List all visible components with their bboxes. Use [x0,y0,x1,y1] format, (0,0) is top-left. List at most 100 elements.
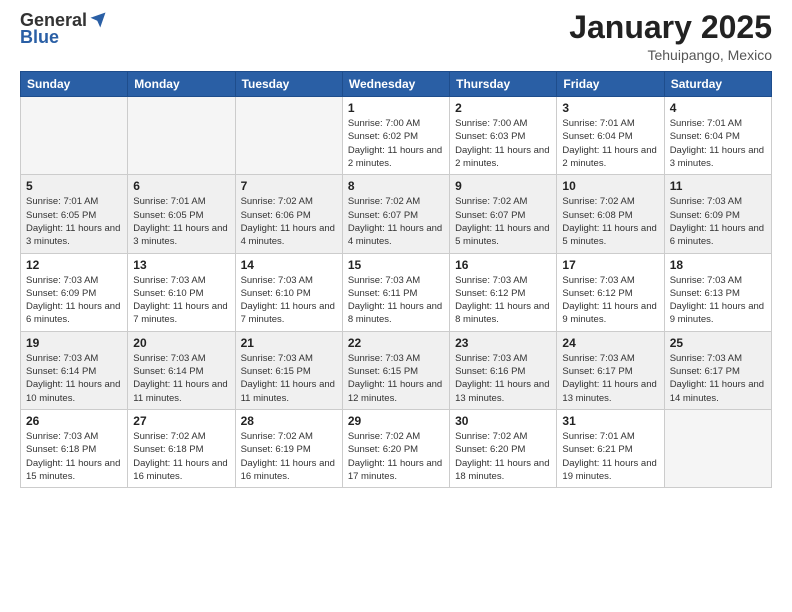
weekday-header-thursday: Thursday [450,72,557,97]
day-info: Sunrise: 7:01 AM Sunset: 6:04 PM Dayligh… [562,117,658,170]
day-info: Sunrise: 7:02 AM Sunset: 6:19 PM Dayligh… [241,430,337,483]
day-info: Sunrise: 7:03 AM Sunset: 6:16 PM Dayligh… [455,352,551,405]
calendar-day-cell: 25 Sunrise: 7:03 AM Sunset: 6:17 PM Dayli… [664,331,771,409]
calendar-day-cell: 11Sunrise: 7:03 AM Sunset: 6:09 PM Dayli… [664,175,771,253]
calendar-day-cell: 28 Sunrise: 7:02 AM Sunset: 6:19 PM Dayli… [235,409,342,487]
day-number: 21 [241,336,337,350]
day-number: 3 [562,101,658,115]
day-info: Sunrise: 7:03 AM Sunset: 6:12 PM Dayligh… [455,274,551,327]
day-info: Sunrise: 7:03 AM Sunset: 6:14 PM Dayligh… [26,352,122,405]
day-info: Sunrise: 7:03 AM Sunset: 6:13 PM Dayligh… [670,274,766,327]
day-info: Sunrise: 7:01 AM Sunset: 6:05 PM Dayligh… [133,195,229,248]
day-number: 30 [455,414,551,428]
day-number: 2 [455,101,551,115]
calendar-day-cell: 7 Sunrise: 7:02 AM Sunset: 6:06 PM Daylig… [235,175,342,253]
weekday-header-tuesday: Tuesday [235,72,342,97]
day-number: 31 [562,414,658,428]
calendar-title: January 2025 [569,10,772,45]
day-info: Sunrise: 7:03 AM Sunset: 6:09 PM Dayligh… [26,274,122,327]
day-info: Sunrise: 7:00 AM Sunset: 6:03 PM Dayligh… [455,117,551,170]
day-number: 15 [348,258,444,272]
logo-blue-text: Blue [20,27,59,48]
calendar-day-cell: 17 Sunrise: 7:03 AM Sunset: 6:12 PM Dayli… [557,253,664,331]
day-info: Sunrise: 7:03 AM Sunset: 6:18 PM Dayligh… [26,430,122,483]
calendar-day-cell: 27 Sunrise: 7:02 AM Sunset: 6:18 PM Dayli… [128,409,235,487]
weekday-header-friday: Friday [557,72,664,97]
day-info: Sunrise: 7:02 AM Sunset: 6:06 PM Dayligh… [241,195,337,248]
calendar-week-row: 5Sunrise: 7:01 AM Sunset: 6:05 PM Daylig… [21,175,772,253]
day-number: 18 [670,258,766,272]
calendar-day-cell [128,97,235,175]
calendar-day-cell [235,97,342,175]
day-info: Sunrise: 7:02 AM Sunset: 6:07 PM Dayligh… [348,195,444,248]
day-info: Sunrise: 7:03 AM Sunset: 6:15 PM Dayligh… [241,352,337,405]
day-number: 4 [670,101,766,115]
day-number: 16 [455,258,551,272]
day-info: Sunrise: 7:03 AM Sunset: 6:11 PM Dayligh… [348,274,444,327]
day-number: 24 [562,336,658,350]
calendar-week-row: 26Sunrise: 7:03 AM Sunset: 6:18 PM Dayli… [21,409,772,487]
calendar-day-cell: 12 Sunrise: 7:03 AM Sunset: 6:09 PM Dayli… [21,253,128,331]
day-info: Sunrise: 7:03 AM Sunset: 6:10 PM Dayligh… [133,274,229,327]
day-info: Sunrise: 7:03 AM Sunset: 6:12 PM Dayligh… [562,274,658,327]
weekday-header-row: SundayMondayTuesdayWednesdayThursdayFrid… [21,72,772,97]
calendar-day-cell: 30 Sunrise: 7:02 AM Sunset: 6:20 PM Dayli… [450,409,557,487]
day-number: 1 [348,101,444,115]
calendar-day-cell: 21 Sunrise: 7:03 AM Sunset: 6:15 PM Dayli… [235,331,342,409]
day-number: 28 [241,414,337,428]
day-info: Sunrise: 7:02 AM Sunset: 6:08 PM Dayligh… [562,195,658,248]
day-number: 23 [455,336,551,350]
day-number: 11 [670,179,766,193]
calendar-day-cell: 10 Sunrise: 7:02 AM Sunset: 6:08 PM Dayli… [557,175,664,253]
day-info: Sunrise: 7:03 AM Sunset: 6:14 PM Dayligh… [133,352,229,405]
calendar-week-row: 1 Sunrise: 7:00 AM Sunset: 6:02 PM Daylig… [21,97,772,175]
weekday-header-sunday: Sunday [21,72,128,97]
day-info: Sunrise: 7:03 AM Sunset: 6:17 PM Dayligh… [562,352,658,405]
logo: General Blue [20,10,107,48]
weekday-header-saturday: Saturday [664,72,771,97]
calendar-day-cell: 31 Sunrise: 7:01 AM Sunset: 6:21 PM Dayli… [557,409,664,487]
calendar-day-cell: 6 Sunrise: 7:01 AM Sunset: 6:05 PM Daylig… [128,175,235,253]
day-info: Sunrise: 7:03 AM Sunset: 6:15 PM Dayligh… [348,352,444,405]
calendar-day-cell: 14 Sunrise: 7:03 AM Sunset: 6:10 PM Dayli… [235,253,342,331]
day-number: 27 [133,414,229,428]
day-number: 20 [133,336,229,350]
header: General Blue January 2025 Tehuipango, Me… [20,10,772,63]
day-number: 7 [241,179,337,193]
day-info: Sunrise: 7:02 AM Sunset: 6:18 PM Dayligh… [133,430,229,483]
day-number: 10 [562,179,658,193]
day-number: 9 [455,179,551,193]
calendar-location: Tehuipango, Mexico [569,47,772,63]
day-info: Sunrise: 7:03 AM Sunset: 6:17 PM Dayligh… [670,352,766,405]
calendar-day-cell [664,409,771,487]
calendar-day-cell: 15 Sunrise: 7:03 AM Sunset: 6:11 PM Dayli… [342,253,449,331]
day-info: Sunrise: 7:01 AM Sunset: 6:21 PM Dayligh… [562,430,658,483]
calendar-day-cell [21,97,128,175]
calendar-day-cell: 24 Sunrise: 7:03 AM Sunset: 6:17 PM Dayli… [557,331,664,409]
day-info: Sunrise: 7:02 AM Sunset: 6:20 PM Dayligh… [455,430,551,483]
calendar-day-cell: 3 Sunrise: 7:01 AM Sunset: 6:04 PM Daylig… [557,97,664,175]
day-info: Sunrise: 7:02 AM Sunset: 6:20 PM Dayligh… [348,430,444,483]
weekday-header-monday: Monday [128,72,235,97]
day-number: 12 [26,258,122,272]
logo-bird-icon [89,11,107,29]
calendar-day-cell: 8Sunrise: 7:02 AM Sunset: 6:07 PM Daylig… [342,175,449,253]
calendar-day-cell: 26Sunrise: 7:03 AM Sunset: 6:18 PM Dayli… [21,409,128,487]
calendar-week-row: 19Sunrise: 7:03 AM Sunset: 6:14 PM Dayli… [21,331,772,409]
calendar-day-cell: 9Sunrise: 7:02 AM Sunset: 6:07 PM Daylig… [450,175,557,253]
day-number: 6 [133,179,229,193]
weekday-header-wednesday: Wednesday [342,72,449,97]
day-info: Sunrise: 7:00 AM Sunset: 6:02 PM Dayligh… [348,117,444,170]
day-number: 25 [670,336,766,350]
title-block: January 2025 Tehuipango, Mexico [569,10,772,63]
day-info: Sunrise: 7:01 AM Sunset: 6:04 PM Dayligh… [670,117,766,170]
calendar-day-cell: 16 Sunrise: 7:03 AM Sunset: 6:12 PM Dayli… [450,253,557,331]
calendar-day-cell: 2 Sunrise: 7:00 AM Sunset: 6:03 PM Daylig… [450,97,557,175]
day-info: Sunrise: 7:01 AM Sunset: 6:05 PM Dayligh… [26,195,122,248]
day-info: Sunrise: 7:03 AM Sunset: 6:10 PM Dayligh… [241,274,337,327]
calendar-day-cell: 5Sunrise: 7:01 AM Sunset: 6:05 PM Daylig… [21,175,128,253]
day-number: 14 [241,258,337,272]
day-number: 29 [348,414,444,428]
calendar-day-cell: 4 Sunrise: 7:01 AM Sunset: 6:04 PM Daylig… [664,97,771,175]
day-number: 17 [562,258,658,272]
